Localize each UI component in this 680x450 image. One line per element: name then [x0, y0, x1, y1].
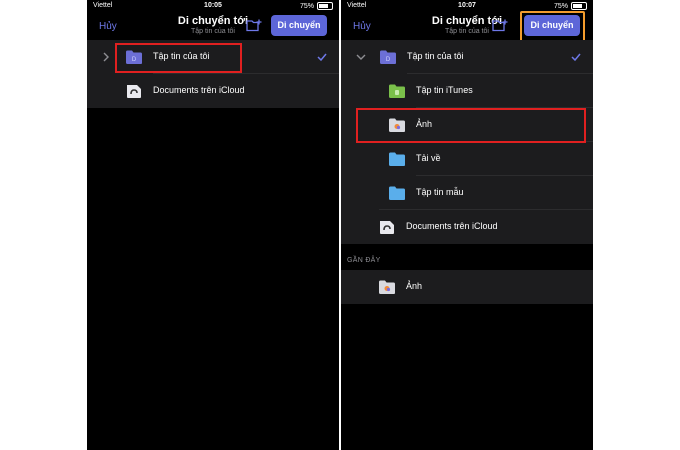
cancel-button[interactable]: Hủy [99, 21, 117, 32]
new-folder-icon[interactable] [246, 19, 262, 32]
folder-label: Tập tin iTunes [416, 85, 473, 95]
checkmark-icon [317, 53, 327, 62]
battery-indicator: 75% [554, 2, 587, 10]
recent-list: Ảnh [341, 270, 593, 304]
battery-icon [317, 2, 333, 10]
cancel-button[interactable]: Hủy [353, 21, 371, 32]
status-bar: Viettel 10:05 75% [87, 0, 339, 12]
right-screen: Viettel 10:07 75% Hủy Di chuyển tới Tập … [341, 0, 593, 450]
icloud-drive-icon [127, 85, 141, 98]
folder-row-icloud[interactable]: Documents trên iCloud [87, 74, 339, 108]
highlight-box [115, 43, 242, 73]
battery-indicator: 75% [300, 2, 333, 10]
folder-label: Documents trên iCloud [153, 85, 245, 95]
highlight-box [520, 11, 585, 42]
move-button[interactable]: Di chuyển [271, 15, 327, 36]
checkmark-icon [571, 53, 581, 62]
purple-folder-icon: D [380, 50, 396, 64]
nav-subtitle: Tập tin của tôi [191, 28, 235, 35]
blue-folder-icon [389, 152, 405, 166]
section-header-recent: GẦN ĐÂY [347, 257, 381, 264]
nav-title-group: Di chuyển tới Tập tin của tôi [137, 15, 289, 35]
folder-row-icloud[interactable]: Documents trên iCloud [341, 210, 593, 244]
chevron-right-icon[interactable] [101, 51, 111, 63]
folder-label: Tập tin mẫu [416, 187, 464, 197]
nav-bar: Hủy Di chuyển tới Tập tin của tôi Di chu… [87, 12, 339, 40]
highlight-box [356, 108, 586, 143]
folder-label: Ảnh [406, 281, 423, 291]
new-folder-icon[interactable] [492, 19, 508, 32]
photos-folder-icon [379, 280, 395, 294]
battery-percent: 75% [299, 2, 314, 10]
left-screen: Viettel 10:05 75% Hủy Di chuyển tới Tập … [87, 0, 339, 450]
battery-percent: 75% [553, 2, 568, 10]
svg-text:D: D [386, 57, 391, 63]
chevron-down-icon[interactable] [355, 52, 367, 62]
folder-label: Tập tin của tôi [407, 51, 464, 61]
recent-row-photos[interactable]: Ảnh [341, 270, 593, 304]
folder-row-downloads[interactable]: Tải về [341, 142, 593, 176]
nav-title: Di chuyển tới [177, 15, 249, 27]
icloud-drive-icon [380, 221, 394, 234]
battery-icon [571, 2, 587, 10]
folder-label: Tải về [416, 153, 441, 163]
blue-folder-icon [389, 186, 405, 200]
folder-row-samples[interactable]: Tập tin mẫu [341, 176, 593, 210]
folder-row-itunes[interactable]: Tập tin iTunes [341, 74, 593, 108]
folder-row-my-files[interactable]: D Tập tin của tôi [341, 40, 593, 74]
green-folder-icon [389, 84, 405, 98]
folder-label: Documents trên iCloud [406, 221, 498, 231]
